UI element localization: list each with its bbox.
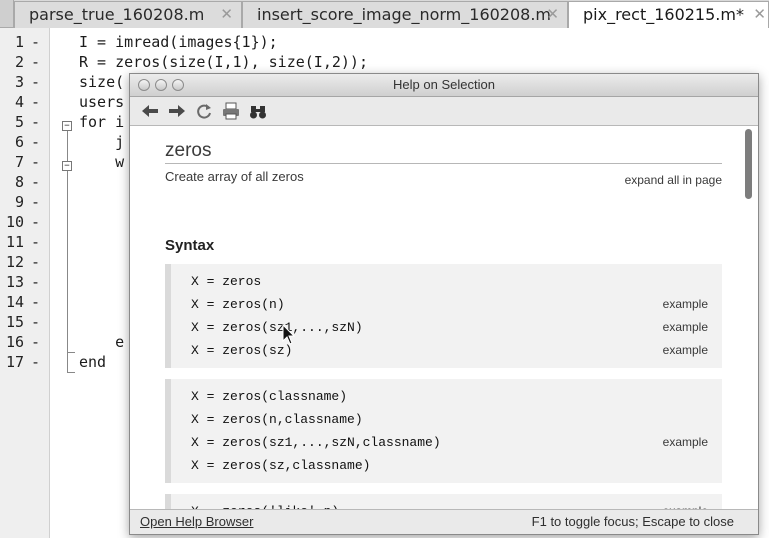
syntax-signature: X = zeros [191,274,262,289]
breakpoint-marker[interactable]: - [31,32,40,52]
breakpoint-marker[interactable]: - [31,92,40,112]
fold-end-marker [67,344,75,353]
line-number: 6 [14,133,24,151]
line-number: 3 [14,73,24,91]
tab-bar-left-stub [0,0,14,27]
example-link[interactable]: example [663,431,708,454]
code-line[interactable]: 2- R = zeros(size(I,1), size(I,2)); [0,52,769,72]
refresh-icon[interactable] [194,101,214,121]
line-number: 16 [5,333,24,351]
print-icon[interactable] [221,101,241,121]
fold-guide [67,351,68,364]
code-text[interactable]: size( [79,72,124,92]
code-text[interactable]: R = zeros(size(I,1), size(I,2)); [79,52,368,72]
line-number: 15 [5,313,24,331]
forward-arrow-icon[interactable] [167,101,187,121]
fold-guide [67,171,68,351]
breakpoint-marker[interactable]: - [31,172,40,192]
syntax-block: X = zeros X = zeros(n) example X = zeros(sz… [165,264,722,368]
syntax-signature: X = zeros(classname) [191,389,348,404]
line-number: 7 [14,153,24,171]
find-binoculars-icon[interactable] [248,101,268,121]
close-tab-icon[interactable]: ✕ [220,2,233,27]
help-on-selection-window[interactable]: Help on Selection zeros Create array of [129,73,759,535]
code-line[interactable]: 1- I = imread(images{1}); [0,32,769,52]
line-number: 9 [14,193,24,211]
fold-collapse-icon[interactable]: − [62,121,72,131]
breakpoint-marker[interactable]: - [31,132,40,152]
syntax-signature: X = zeros(sz1,...,szN,classname) [191,435,441,450]
syntax-block: X = zeros('like',p)example [165,494,722,510]
help-window-title: Help on Selection [393,77,495,92]
tab-parse-true[interactable]: parse_true_160208.m ✕ [14,1,242,28]
code-text[interactable]: I = imread(images{1}); [79,32,278,52]
tab-label: insert_score_image_norm_160208.m [257,5,552,24]
code-text[interactable]: end [79,352,106,372]
function-purpose: Create array of all zeros [165,169,304,184]
breakpoint-marker[interactable]: - [31,152,40,172]
close-tab-icon[interactable]: ✕ [546,2,559,27]
syntax-heading: Syntax [165,237,215,254]
fold-collapse-icon[interactable]: − [62,161,72,171]
help-scrollbar[interactable] [745,126,754,510]
help-status-bar: Open Help Browser F1 to toggle focus; Es… [130,509,758,534]
editor-tab-bar: parse_true_160208.m ✕ insert_score_image… [0,0,769,29]
line-number: 2 [14,53,24,71]
syntax-signature: X = zeros(sz1,...,szN) [191,320,363,335]
syntax-signature: X = zeros(n,classname) [191,412,363,427]
fold-guide [67,131,68,161]
open-help-browser-link[interactable]: Open Help Browser [140,514,253,529]
breakpoint-marker[interactable]: - [31,52,40,72]
line-number: 17 [5,353,24,371]
syntax-signature: X = zeros(n) [191,297,285,312]
breakpoint-marker[interactable]: - [31,272,40,292]
line-number: 8 [14,173,24,191]
scrollbar-thumb[interactable] [745,129,752,199]
tab-label: parse_true_160208.m [29,5,205,24]
breakpoint-marker[interactable]: - [31,292,40,312]
code-text[interactable]: j [79,132,124,152]
syntax-block: X = zeros(classname) X = zeros(n,classnam… [165,379,722,483]
back-arrow-icon[interactable] [140,101,160,121]
line-number: 10 [5,213,24,231]
help-title-bar[interactable]: Help on Selection [130,74,758,97]
tab-pix-rect-active[interactable]: pix_rect_160215.m* ✕ [568,1,769,29]
breakpoint-marker[interactable]: - [31,112,40,132]
close-tab-icon[interactable]: ✕ [753,2,766,27]
line-number: 12 [5,253,24,271]
breakpoint-marker[interactable]: - [31,352,40,372]
breakpoint-marker[interactable]: - [31,252,40,272]
line-number: 5 [14,113,24,131]
heading-divider [165,163,722,164]
function-name-heading: zeros [165,140,212,161]
code-text[interactable]: e [79,332,124,352]
example-link[interactable]: example [663,293,708,316]
breakpoint-marker[interactable]: - [31,192,40,212]
code-text[interactable]: users [79,92,124,112]
line-number: 1 [14,33,24,51]
example-link[interactable]: example [663,316,708,339]
breakpoint-marker[interactable]: - [31,212,40,232]
code-text[interactable]: for i [79,112,124,132]
mouse-pointer-icon [282,324,296,345]
fold-end-marker [67,364,75,373]
line-number: 13 [5,273,24,291]
example-link[interactable]: example [663,339,708,362]
help-toolbar [130,97,758,126]
breakpoint-marker[interactable]: - [31,312,40,332]
code-text[interactable]: w [79,152,124,172]
line-number: 14 [5,293,24,311]
breakpoint-marker[interactable]: - [31,232,40,252]
syntax-signature: X = zeros(sz) [191,343,293,358]
focus-hint-text: F1 to toggle focus; Escape to close [531,514,734,529]
line-number: 11 [5,233,24,251]
expand-all-link[interactable]: expand all in page [625,173,722,187]
help-content[interactable]: zeros Create array of all zeros expand a… [130,126,758,510]
syntax-signature: X = zeros(sz,classname) [191,458,371,473]
breakpoint-marker[interactable]: - [31,72,40,92]
line-number: 4 [14,93,24,111]
tab-label: pix_rect_160215.m* [583,5,744,24]
tab-insert-score-image-norm[interactable]: insert_score_image_norm_160208.m ✕ [242,1,568,28]
breakpoint-marker[interactable]: - [31,332,40,352]
